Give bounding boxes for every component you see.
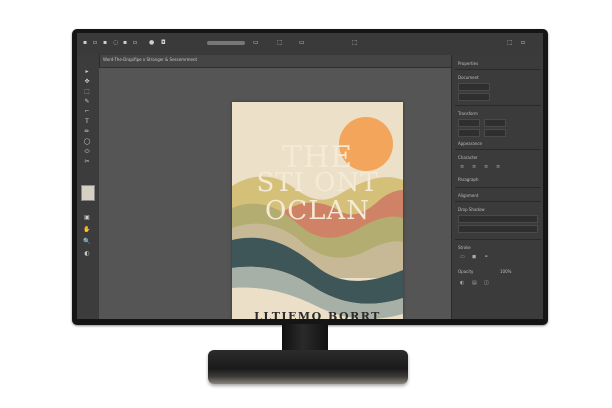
opacity-icon[interactable]: ▫ (133, 39, 137, 47)
document-tab-bar: Word-The-Drapifipe x Stranger & Sessemrm… (99, 55, 451, 68)
frame-tool-icon[interactable]: ▣ (82, 215, 92, 221)
field-x[interactable] (458, 119, 480, 127)
color-swatch-thumbnail[interactable] (81, 185, 95, 201)
brush-tool-icon[interactable]: ✏ (82, 129, 92, 135)
scissors-tool-icon[interactable]: ✂ (82, 159, 92, 165)
cover-title-line-3: OCLAN (264, 196, 370, 226)
align-icon[interactable]: ▭ (253, 39, 259, 47)
cover-title-line-2: STI ONT (256, 168, 379, 198)
arrange-icon[interactable]: ▭ (299, 39, 305, 47)
quick-mask-icon[interactable]: ◐ (82, 251, 92, 257)
opacity-value[interactable]: 100% (500, 269, 511, 274)
tools-panel: ▸ ✥ ⬚ ✎ ⌐ T ✏ ◯ ⬭ ✂ ▣ ✋ 🔍 ◐ (77, 55, 100, 319)
artboard-tool-icon[interactable]: ✥ (82, 79, 92, 85)
zoom-tool-icon[interactable]: 🔍 (82, 239, 92, 245)
document-canvas[interactable]: THE STI ONT OCLAN LLTIEMO BORRT (99, 68, 451, 319)
app-icon[interactable]: ▪ (83, 39, 87, 47)
crop-tool-icon[interactable]: ⌐ (82, 109, 92, 115)
field-width[interactable] (458, 83, 490, 91)
brush-icon[interactable]: ◌ (113, 39, 118, 47)
divider (455, 149, 541, 150)
section-drop-shadow[interactable]: Drop Shadow (458, 207, 485, 212)
panel-header: Properties (458, 61, 479, 66)
shape-tool-icon[interactable]: ⬭ (82, 149, 92, 155)
section-opacity[interactable]: Opacity (458, 269, 473, 274)
book-cover[interactable]: THE STI ONT OCLAN LLTIEMO BORRT (232, 102, 403, 319)
cover-author: LLTIEMO BORRT (254, 310, 381, 319)
align-center-icon[interactable]: ≡ (472, 165, 476, 170)
field-height[interactable] (458, 93, 490, 101)
field-h[interactable] (484, 129, 506, 137)
field-y[interactable] (484, 119, 506, 127)
monitor-stand-base (208, 350, 408, 384)
home-icon[interactable]: ▫ (93, 39, 97, 47)
field-w[interactable] (458, 129, 480, 137)
tool-preset-icon[interactable]: ▪ (103, 39, 107, 47)
properties-panel: Properties Document Transform Appearance… (451, 55, 543, 319)
divider (455, 239, 541, 240)
type-tool-icon[interactable]: T (82, 119, 92, 125)
window-icon[interactable]: ▫ (521, 39, 525, 47)
options-bar: ▪ ▫ ▪ ◌ ▪ ▫ ● ◘ ▭ ⬚ ▭ ⬚ ⬚ ▫ (77, 33, 543, 56)
divider (455, 187, 541, 188)
section-appearance[interactable]: Appearance (458, 141, 482, 146)
record-icon[interactable]: ● (149, 39, 154, 47)
field-blend-mode[interactable] (458, 215, 538, 223)
transform-icon[interactable]: ⬚ (352, 39, 358, 47)
section-paragraph[interactable]: Paragraph (458, 177, 479, 182)
divider (455, 201, 541, 202)
ellipse-tool-icon[interactable]: ◯ (82, 139, 92, 145)
distribute-icon[interactable]: ⬚ (277, 39, 283, 47)
align-left-icon[interactable]: ≡ (460, 165, 464, 170)
layer-icon[interactable]: ▤ (472, 281, 477, 286)
align-right-icon[interactable]: ≡ (484, 165, 488, 170)
section-stroke[interactable]: Stroke (458, 245, 471, 250)
link-icon[interactable]: ⚭ (484, 255, 488, 260)
slider-control[interactable] (207, 41, 245, 45)
justify-icon[interactable]: ≡ (496, 165, 500, 170)
field-opacity-row[interactable] (458, 225, 538, 233)
section-document[interactable]: Document (458, 75, 479, 80)
stroke-icon[interactable]: ▭ (460, 255, 465, 260)
section-character[interactable]: Character (458, 155, 478, 160)
screen: ▪ ▫ ▪ ◌ ▪ ▫ ● ◘ ▭ ⬚ ▭ ⬚ ⬚ ▫ Word-The-Dra… (77, 33, 543, 319)
lasso-tool-icon[interactable]: ✎ (82, 99, 92, 105)
hand-tool-icon[interactable]: ✋ (82, 227, 92, 233)
marquee-tool-icon[interactable]: ⬚ (82, 89, 92, 95)
effect-icon[interactable]: ◐ (460, 281, 464, 286)
divider (455, 69, 541, 70)
mask-icon[interactable]: ◫ (484, 281, 489, 286)
section-alignment[interactable]: Alignment (458, 193, 479, 198)
search-icon[interactable]: ⬚ (507, 39, 513, 47)
move-tool-icon[interactable]: ▸ (82, 69, 92, 75)
document-tab[interactable]: Word-The-Drapifipe x Stranger & Sessemrm… (103, 57, 197, 62)
mode-icon[interactable]: ▪ (123, 39, 127, 47)
fill-icon[interactable]: ◼ (472, 255, 476, 260)
symmetry-icon[interactable]: ◘ (161, 39, 166, 47)
divider (455, 105, 541, 106)
section-transform[interactable]: Transform (458, 111, 478, 116)
